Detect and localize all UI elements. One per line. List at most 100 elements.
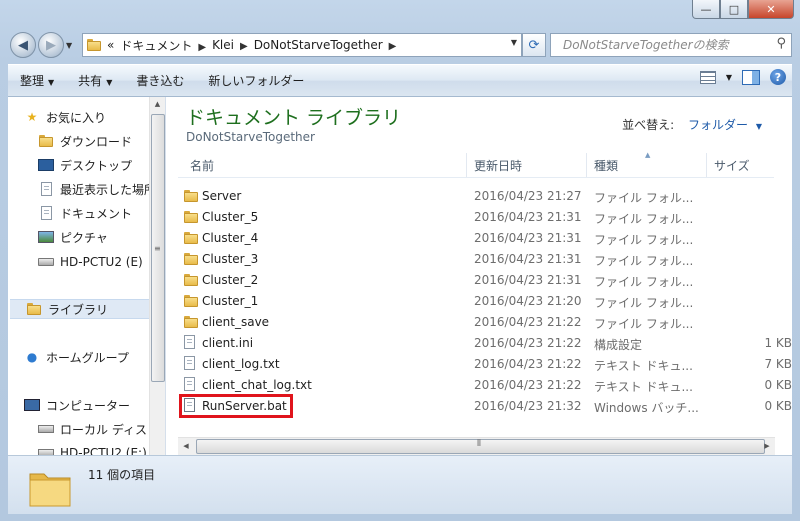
search-input[interactable] xyxy=(561,37,770,53)
file-type: テキスト ドキュ... xyxy=(594,380,693,394)
file-name: Server xyxy=(202,189,242,203)
arrange-by-dropdown[interactable]: フォルダー xyxy=(688,118,748,132)
folder-icon xyxy=(184,293,200,309)
file-row[interactable]: Cluster_2 2016/04/23 21:31 ファイル フォル... xyxy=(178,270,798,291)
chevron-right-icon[interactable]: ▶ xyxy=(389,41,397,52)
file-row[interactable]: Cluster_4 2016/04/23 21:31 ファイル フォル... xyxy=(178,228,798,249)
column-header-type[interactable]: 種類 xyxy=(594,157,618,174)
file-date: 2016/04/23 21:22 xyxy=(474,315,582,329)
file-row[interactable]: client_log.txt 2016/04/23 21:22 テキスト ドキュ..… xyxy=(178,354,798,375)
file-name: client.ini xyxy=(202,336,254,350)
sidebar-item-documents[interactable]: ドキュメント xyxy=(38,203,132,223)
chevron-right-icon[interactable]: ▶ xyxy=(240,41,248,52)
chevron-right-icon[interactable]: ▶ xyxy=(198,42,206,53)
file-date: 2016/04/23 21:32 xyxy=(474,399,582,413)
file-date: 2016/04/23 21:31 xyxy=(474,252,582,266)
breadcrumb-documents[interactable]: ドキュメント ▶ xyxy=(120,37,206,54)
sidebar-item-favorites[interactable]: ★ お気に入り xyxy=(24,107,106,127)
address-dropdown-icon[interactable]: ▼ xyxy=(511,38,517,47)
file-date: 2016/04/23 21:31 xyxy=(474,210,582,224)
horizontal-scroll-thumb[interactable]: ⦀ xyxy=(196,439,765,454)
file-date: 2016/04/23 21:22 xyxy=(474,378,582,392)
settings-file-icon xyxy=(184,335,200,351)
file-row[interactable]: Cluster_1 2016/04/23 21:20 ファイル フォル... xyxy=(178,291,798,312)
sidebar-item-libraries[interactable]: ライブラリ xyxy=(10,299,158,319)
breadcrumb-klei[interactable]: Klei ▶ xyxy=(212,38,248,52)
recent-places-icon xyxy=(38,181,54,197)
breadcrumb-current[interactable]: DoNotStarveTogether ▶ xyxy=(254,38,397,52)
new-folder-button[interactable]: 新しいフォルダー xyxy=(196,72,316,89)
scroll-up-icon[interactable]: ▲ xyxy=(150,97,165,112)
burn-button[interactable]: 書き込む xyxy=(124,72,196,89)
folder-icon xyxy=(184,314,200,330)
documents-icon xyxy=(38,205,54,221)
scroll-right-icon[interactable]: ▶ xyxy=(759,438,775,454)
sidebar-item-drive-e[interactable]: HD-PCTU2 (E) xyxy=(38,252,143,272)
help-icon[interactable]: ? xyxy=(770,69,786,85)
explorer-window: — □ ✕ ◀ ▶ ▼ « ドキュメント ▶ Klei ▶ DoNotStarveT… xyxy=(0,0,800,521)
file-row[interactable]: client.ini 2016/04/23 21:22 構成設定 1 KB xyxy=(178,333,798,354)
column-header-date[interactable]: 更新日時 xyxy=(474,157,522,174)
command-bar: 整理 ▼ 共有 ▼ 書き込む 新しいフォルダー ▼ ? xyxy=(8,64,792,97)
refresh-button[interactable]: ⟳ xyxy=(522,33,546,57)
breadcrumb-overflow[interactable]: « xyxy=(107,38,114,52)
file-row[interactable]: Cluster_3 2016/04/23 21:31 ファイル フォル... xyxy=(178,249,798,270)
minimize-button[interactable]: — xyxy=(692,0,720,19)
file-name: client_log.txt xyxy=(202,357,280,371)
close-button[interactable]: ✕ xyxy=(748,0,794,19)
scroll-grip-icon: ≡ xyxy=(154,244,161,253)
file-name: Cluster_5 xyxy=(202,210,259,224)
file-row[interactable]: Cluster_5 2016/04/23 21:31 ファイル フォル... xyxy=(178,207,798,228)
chevron-down-icon[interactable]: ▼ xyxy=(726,73,732,82)
star-icon: ★ xyxy=(26,110,38,124)
search-box[interactable]: ⚲ xyxy=(550,33,792,57)
address-bar[interactable]: « ドキュメント ▶ Klei ▶ DoNotStarveTogether ▶ ▼ xyxy=(82,33,522,57)
folder-icon xyxy=(184,188,200,204)
sidebar-item-recent[interactable]: 最近表示した場所 xyxy=(38,179,156,199)
recent-pages-dropdown-icon[interactable]: ▼ xyxy=(66,41,72,50)
file-size: 0 KB xyxy=(764,399,792,413)
scroll-left-icon[interactable]: ◀ xyxy=(178,438,194,454)
view-options-icon[interactable] xyxy=(699,70,716,84)
file-row[interactable]: Server 2016/04/23 21:27 ファイル フォル... xyxy=(178,186,798,207)
chevron-down-icon[interactable]: ▼ xyxy=(756,122,762,131)
details-pane: 11 個の項目 xyxy=(8,455,792,514)
organize-button[interactable]: 整理 ▼ xyxy=(8,72,66,89)
file-name: client_chat_log.txt xyxy=(202,378,312,392)
file-name: Cluster_4 xyxy=(202,231,259,245)
file-type: ファイル フォル... xyxy=(594,191,694,205)
horizontal-scrollbar[interactable]: ◀ ⦀ ▶ xyxy=(178,437,775,455)
sidebar-item-local-disk[interactable]: ローカル ディス xyxy=(38,419,147,439)
sidebar-item-pictures[interactable]: ピクチャ xyxy=(38,227,108,247)
sidebar-item-homegroup[interactable]: ● ホームグループ xyxy=(24,347,129,367)
file-size: 0 KB xyxy=(764,378,792,392)
back-button[interactable]: ◀ xyxy=(10,32,36,58)
content-area: ★ お気に入り ダウンロード デスクトップ 最近表示した場所 ドキュメント ピクチ… xyxy=(8,97,792,460)
maximize-button[interactable]: □ xyxy=(720,0,748,19)
arrange-label: 並べ替え: xyxy=(622,118,675,132)
sidebar-item-computer[interactable]: コンピューター xyxy=(24,395,130,415)
search-icon[interactable]: ⚲ xyxy=(776,36,786,51)
drive-icon xyxy=(38,254,54,270)
sort-indicator-icon: ▲ xyxy=(645,151,651,159)
sidebar-item-desktop[interactable]: デスクトップ xyxy=(38,155,132,175)
file-pane: ドキュメント ライブラリ DoNotStarveTogether 並べ替え: フ… xyxy=(166,97,792,455)
file-name: client_save xyxy=(202,315,270,329)
file-date: 2016/04/23 21:31 xyxy=(474,231,582,245)
forward-button[interactable]: ▶ xyxy=(38,32,64,58)
share-button[interactable]: 共有 ▼ xyxy=(66,72,124,89)
file-date: 2016/04/23 21:31 xyxy=(474,273,582,287)
file-name: Cluster_2 xyxy=(202,273,259,287)
text-file-icon xyxy=(184,377,200,393)
sidebar-scrollbar[interactable]: ▲ ≡ xyxy=(149,97,165,455)
downloads-folder-icon xyxy=(38,133,54,149)
preview-pane-icon[interactable] xyxy=(742,69,760,85)
folder-icon xyxy=(87,39,101,51)
sidebar-item-downloads[interactable]: ダウンロード xyxy=(38,131,132,151)
file-row[interactable]: client_save 2016/04/23 21:22 ファイル フォル... xyxy=(178,312,798,333)
column-header-size[interactable]: サイズ xyxy=(714,157,750,174)
text-file-icon xyxy=(184,356,200,372)
file-row[interactable]: client_chat_log.txt 2016/04/23 21:22 テキスト … xyxy=(178,375,798,396)
refresh-icon: ⟳ xyxy=(528,37,540,53)
column-header-name[interactable]: 名前 xyxy=(190,157,214,174)
